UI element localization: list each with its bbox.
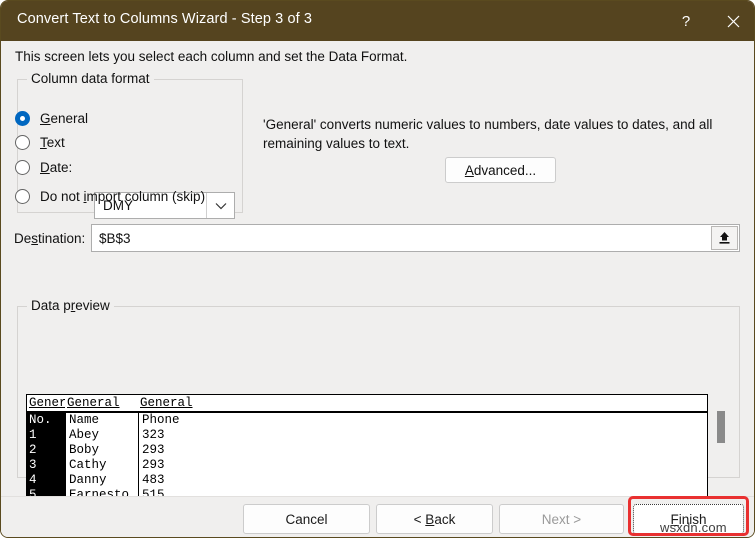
cancel-button-label: Cancel <box>285 511 328 527</box>
cell-r2c2: 293 <box>142 443 165 457</box>
window-title: Convert Text to Columns Wizard - Step 3 … <box>17 11 313 27</box>
vertical-scroll-thumb[interactable] <box>717 411 725 443</box>
cell-r2c1: Boby <box>69 443 100 457</box>
collapse-dialog-icon <box>719 232 730 244</box>
cell-r3c1: Cathy <box>69 458 107 472</box>
column-header-2[interactable]: General <box>140 396 210 410</box>
cell-r2c0: 2 <box>29 443 37 457</box>
column-header-0[interactable]: Gener <box>29 396 65 410</box>
cell-r0c0: No. <box>29 413 52 427</box>
cell-r1c0: 1 <box>29 428 37 442</box>
convert-text-to-columns-wizard-dialog: Convert Text to Columns Wizard - Step 3 … <box>0 0 755 538</box>
data-preview-pane[interactable]: Gener General General No. Name Phone 1 A… <box>26 394 708 504</box>
cell-r0c1: Name <box>69 413 100 427</box>
chevron-down-icon[interactable] <box>206 193 234 218</box>
cell-r4c0: 4 <box>29 473 37 487</box>
table-row: 4 Danny 483 <box>27 473 707 488</box>
close-icon <box>727 15 739 27</box>
radio-date[interactable]: Date: <box>15 158 72 176</box>
radio-general[interactable]: General <box>15 109 88 127</box>
cell-r4c2: 483 <box>142 473 165 487</box>
column-header-1[interactable]: General <box>67 396 137 410</box>
data-preview-legend: Data preview <box>27 298 114 313</box>
column-data-format-legend: Column data format <box>27 71 154 86</box>
table-row: 1 Abey 323 <box>27 428 707 443</box>
radio-general-indicator <box>15 110 30 126</box>
radio-general-label: General <box>40 110 89 126</box>
radio-do-not-import-indicator <box>15 188 30 204</box>
cancel-button[interactable]: Cancel <box>243 504 370 534</box>
destination-input[interactable] <box>92 225 710 251</box>
back-button[interactable]: < Back <box>376 504 493 534</box>
watermark: wsxdn.com <box>660 520 727 535</box>
radio-text[interactable]: Text <box>15 133 65 151</box>
destination-label: Destination: <box>14 231 86 246</box>
radio-date-indicator <box>15 159 30 175</box>
dialog-body: This screen lets you select each column … <box>1 41 754 514</box>
advanced-button-label: Advanced... <box>464 162 537 178</box>
data-preview-vertical-scrollbar[interactable] <box>717 394 725 504</box>
format-description: 'General' converts numeric values to num… <box>263 117 713 151</box>
next-button: Next > <box>499 504 624 534</box>
cell-r1c2: 323 <box>142 428 165 442</box>
close-button[interactable] <box>710 1 754 41</box>
radio-text-label: Text <box>40 134 65 150</box>
cell-r3c2: 293 <box>142 458 165 472</box>
destination-range-picker-button[interactable] <box>711 226 738 250</box>
back-button-label: < Back <box>413 511 456 527</box>
destination-field-wrapper <box>91 224 740 252</box>
cell-r0c2: Phone <box>142 413 180 427</box>
radio-text-indicator <box>15 134 30 150</box>
question-mark-icon: ? <box>681 12 691 30</box>
chevron-down-glyph <box>215 202 226 209</box>
cell-r3c0: 3 <box>29 458 37 472</box>
data-preview-rows: No. Name Phone 1 Abey 323 2 Boby 293 3 C… <box>27 413 707 503</box>
advanced-button[interactable]: Advanced... <box>445 157 556 183</box>
intro-description: This screen lets you select each column … <box>15 49 408 64</box>
next-button-label: Next > <box>541 511 582 527</box>
table-row: 3 Cathy 293 <box>27 458 707 473</box>
help-button[interactable]: ? <box>663 1 709 41</box>
title-bar: Convert Text to Columns Wizard - Step 3 … <box>1 1 754 41</box>
cell-r4c1: Danny <box>69 473 107 487</box>
radio-do-not-import[interactable]: Do not import column (skip) <box>15 187 205 205</box>
dialog-footer: Cancel < Back Next > Finish <box>1 496 754 537</box>
cell-r1c1: Abey <box>69 428 100 442</box>
data-preview-header-row: Gener General General <box>27 395 707 413</box>
table-row: 2 Boby 293 <box>27 443 707 458</box>
table-row: No. Name Phone <box>27 413 707 428</box>
radio-date-label: Date: <box>40 159 73 175</box>
radio-do-not-import-label: Do not import column (skip) <box>40 188 206 204</box>
